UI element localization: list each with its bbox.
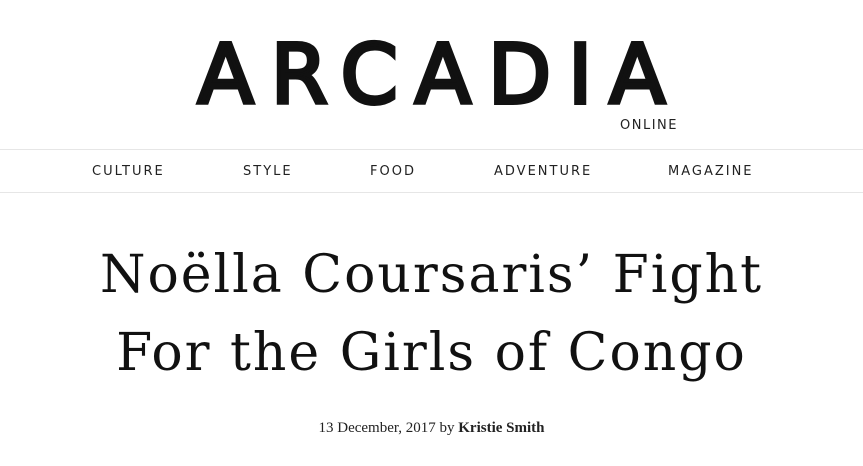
nav-item-food[interactable]: FOOD: [370, 150, 416, 194]
article-title-line-2: For the Girls of Congo: [116, 323, 747, 383]
site-logo-subtext: ONLINE: [620, 118, 678, 133]
article-title: Noëlla Coursaris’ Fight For the Girls of…: [0, 236, 863, 392]
nav-item-style[interactable]: STYLE: [243, 150, 293, 194]
article-title-line-1: Noëlla Coursaris’ Fight: [99, 245, 764, 305]
author-link[interactable]: Kristie Smith: [458, 420, 544, 436]
nav-item-culture[interactable]: CULTURE: [92, 150, 165, 194]
main-nav: CULTURE STYLE FOOD ADVENTURE MAGAZINE: [0, 149, 863, 193]
article-byline: 13 December, 2017 by Kristie Smith: [0, 420, 863, 437]
byline-by: by: [439, 420, 455, 436]
nav-item-magazine[interactable]: MAGAZINE: [668, 150, 754, 194]
article-date: 13 December, 2017: [318, 420, 436, 436]
masthead: ARCADIA ONLINE: [0, 0, 863, 150]
site-logo[interactable]: ARCADIA: [0, 28, 863, 124]
nav-item-adventure[interactable]: ADVENTURE: [494, 150, 592, 194]
